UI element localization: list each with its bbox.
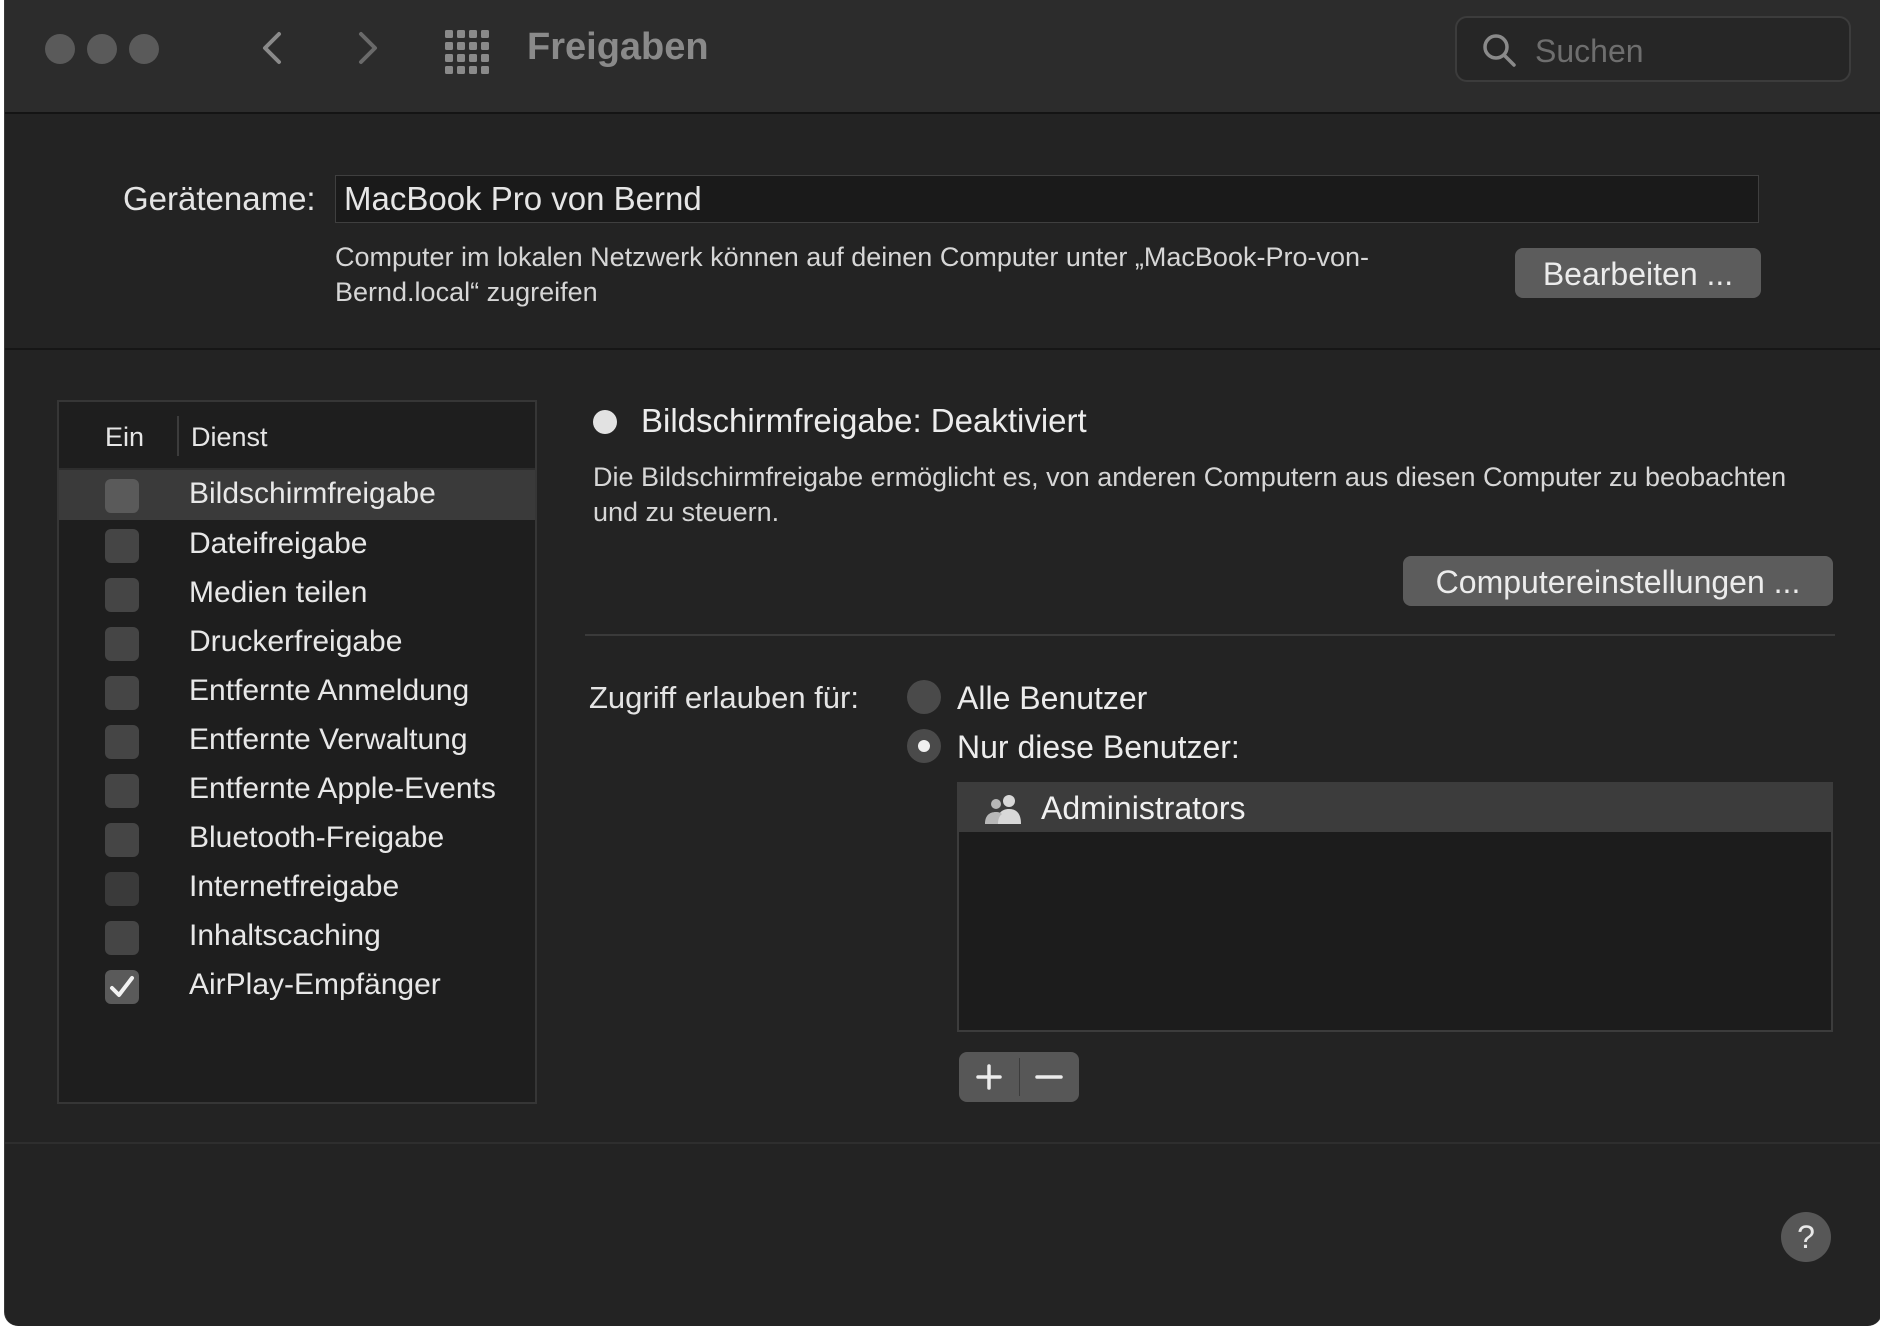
service-label: Entfernte Verwaltung xyxy=(189,723,468,756)
divider xyxy=(5,348,1880,350)
help-button[interactable]: ? xyxy=(1781,1212,1831,1262)
allowed-users-list: Administrators xyxy=(957,782,1833,1032)
add-user-button[interactable] xyxy=(959,1052,1019,1102)
service-label: AirPlay-Empfänger xyxy=(189,968,441,1001)
user-name: Administrators xyxy=(1041,790,1246,826)
user-row-administrators[interactable]: Administrators xyxy=(959,784,1831,832)
service-checkbox[interactable] xyxy=(105,872,139,906)
device-name-input[interactable] xyxy=(335,175,1759,223)
column-divider xyxy=(177,416,179,456)
status-indicator xyxy=(593,410,617,434)
service-checkbox[interactable] xyxy=(105,823,139,857)
radio-only-these-users-label[interactable]: Nur diese Benutzer: xyxy=(957,729,1240,766)
service-label: Inhaltscaching xyxy=(189,919,381,952)
search-input[interactable] xyxy=(1533,28,1837,74)
service-row-entfernte-verwaltung[interactable]: Entfernte Verwaltung xyxy=(59,716,535,766)
divider xyxy=(585,634,1835,636)
service-row-bildschirmfreigabe[interactable]: Bildschirmfreigabe xyxy=(59,470,535,520)
search-icon xyxy=(1483,34,1516,67)
service-row-airplay-empfaenger[interactable]: AirPlay-Empfänger xyxy=(59,961,535,1011)
service-label: Entfernte Apple-Events xyxy=(189,772,496,805)
service-label: Druckerfreigabe xyxy=(189,625,403,658)
network-address-description: Computer im lokalen Netzwerk können auf … xyxy=(335,242,1369,307)
service-label: Medien teilen xyxy=(189,576,368,609)
service-checkbox[interactable] xyxy=(105,725,139,759)
service-label: Dateifreigabe xyxy=(189,527,368,560)
service-row-bluetooth-freigabe[interactable]: Bluetooth-Freigabe xyxy=(59,814,535,864)
service-checkbox[interactable] xyxy=(105,774,139,808)
plus-icon xyxy=(976,1064,1002,1090)
service-checkbox[interactable] xyxy=(105,529,139,563)
service-label: Internetfreigabe xyxy=(189,870,400,903)
service-description: Die Bildschirmfreigabe ermöglicht es, vo… xyxy=(593,462,1787,527)
service-checkbox[interactable] xyxy=(105,921,139,955)
show-all-button[interactable] xyxy=(443,28,489,74)
access-label: Zugriff erlauben für: xyxy=(589,680,859,715)
service-checkbox[interactable] xyxy=(105,578,139,612)
chevron-left-icon xyxy=(263,32,281,64)
services-list: Ein Dienst Bildschirmfreigabe Dateifreig… xyxy=(57,400,537,1104)
chevron-right-icon xyxy=(359,32,377,64)
sharing-window: Freigaben Gerätename: Computer im lokale… xyxy=(4,0,1880,1326)
radio-all-users-label[interactable]: Alle Benutzer xyxy=(957,680,1147,717)
divider xyxy=(5,1142,1880,1144)
service-checkbox[interactable] xyxy=(105,479,139,513)
radio-selected-dot xyxy=(918,740,930,752)
minimize-window-button[interactable] xyxy=(87,34,117,64)
service-label: Entfernte Anmeldung xyxy=(189,674,470,707)
forward-button[interactable] xyxy=(345,26,389,70)
search-field[interactable] xyxy=(1455,16,1851,82)
service-row-dateifreigabe[interactable]: Dateifreigabe xyxy=(59,520,535,570)
service-row-medien-teilen[interactable]: Medien teilen xyxy=(59,569,535,619)
service-row-inhaltscaching[interactable]: Inhaltscaching xyxy=(59,912,535,962)
edit-button[interactable]: Bearbeiten ... xyxy=(1515,248,1761,298)
grid-icon xyxy=(445,30,489,74)
service-row-internetfreigabe[interactable]: Internetfreigabe xyxy=(59,863,535,913)
service-row-druckerfreigabe[interactable]: Druckerfreigabe xyxy=(59,618,535,668)
service-checkbox[interactable] xyxy=(105,676,139,710)
zoom-window-button[interactable] xyxy=(129,34,159,64)
radio-only-these-users[interactable] xyxy=(907,729,941,763)
user-group-icon xyxy=(985,795,1021,824)
service-label: Bluetooth-Freigabe xyxy=(189,821,445,854)
checkmark-icon xyxy=(110,976,134,997)
back-button[interactable] xyxy=(251,26,295,70)
column-header-on: Ein xyxy=(105,422,145,452)
service-row-entfernte-anmeldung[interactable]: Entfernte Anmeldung xyxy=(59,667,535,717)
add-remove-buttons xyxy=(959,1052,1079,1102)
radio-all-users[interactable] xyxy=(907,680,941,714)
computer-settings-button[interactable]: Computereinstellungen ... xyxy=(1403,556,1833,606)
service-checkbox[interactable] xyxy=(105,627,139,661)
service-checkbox[interactable] xyxy=(105,970,139,1004)
minus-icon xyxy=(1035,1075,1063,1079)
service-label: Bildschirmfreigabe xyxy=(189,477,436,510)
close-window-button[interactable] xyxy=(45,34,75,64)
remove-user-button[interactable] xyxy=(1019,1052,1079,1102)
title-bar: Freigaben xyxy=(5,0,1880,114)
service-row-entfernte-apple-events[interactable]: Entfernte Apple-Events xyxy=(59,765,535,815)
device-name-label: Gerätename: xyxy=(123,180,316,217)
window-title: Freigaben xyxy=(527,26,709,68)
service-status-title: Bildschirmfreigabe: Deaktiviert xyxy=(641,402,1087,439)
column-header-service: Dienst xyxy=(191,422,268,452)
